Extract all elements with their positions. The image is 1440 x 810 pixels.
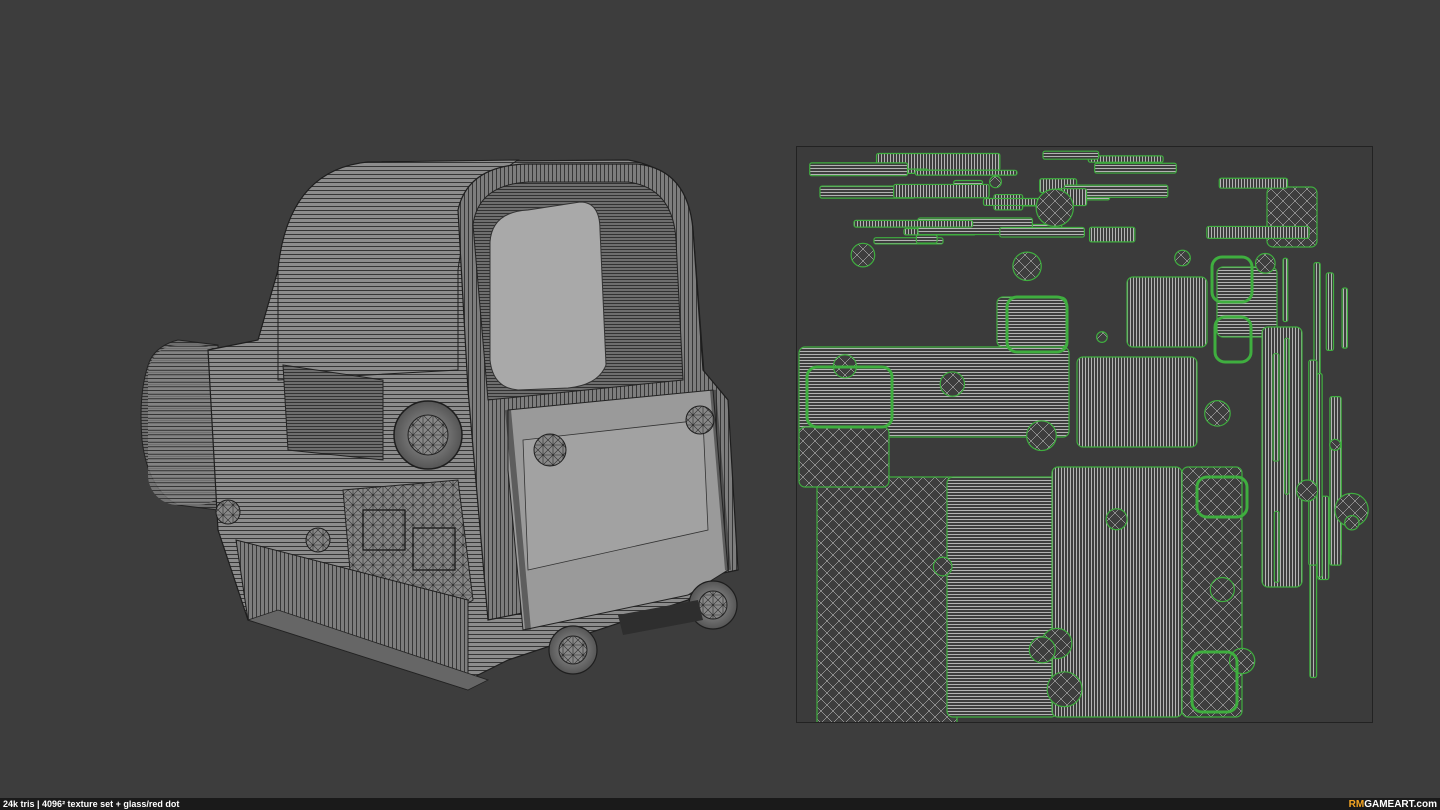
uv-island [1076, 356, 1198, 448]
uv-island [1174, 249, 1191, 267]
uv-island [1088, 226, 1136, 243]
uv-island [1094, 162, 1177, 174]
uv-island [853, 219, 974, 228]
uv-island [1228, 647, 1256, 675]
uv-island [1126, 276, 1208, 348]
footer-caption: 24k tris | 4096² texture set + glass/red… [3, 799, 180, 809]
uv-island [1254, 252, 1276, 274]
uv-island [1341, 287, 1349, 349]
uv-island [915, 234, 938, 244]
uv-island [809, 162, 909, 177]
uv-island [1206, 225, 1310, 239]
uv-island [1329, 396, 1342, 566]
sight-wireframe-icon [140, 159, 739, 691]
uv-island [1261, 326, 1303, 588]
brand-logo[interactable]: RMGAMEART.com [1349, 799, 1437, 810]
uv-island [1046, 671, 1083, 708]
uv-island [1204, 400, 1231, 427]
uv-layout-map [796, 146, 1373, 738]
brand-main: GAMEART.com [1364, 798, 1437, 810]
uv-island [1316, 372, 1323, 578]
sight-model-render [128, 150, 768, 710]
uv-island [1296, 479, 1319, 502]
uv-island [1218, 177, 1289, 189]
uv-island [1012, 251, 1042, 282]
uv-island [1042, 150, 1100, 160]
render-viewport [0, 0, 1440, 798]
uv-island [999, 226, 1085, 238]
uv-island [1087, 155, 1164, 163]
uv-island [1282, 257, 1289, 323]
uv-island [1284, 337, 1290, 495]
uv-island [939, 371, 966, 397]
footer-bar: 24k tris | 4096² texture set + glass/red… [0, 798, 1440, 810]
uv-island [816, 476, 958, 738]
uv-island [1096, 331, 1108, 343]
uv-island [1272, 353, 1280, 462]
uv-island [798, 426, 890, 488]
uv-map-icon [798, 150, 1369, 738]
uv-island [914, 169, 1018, 176]
uv-island [1344, 515, 1360, 531]
brand-accent: RM [1348, 798, 1365, 810]
uv-island [932, 556, 953, 577]
uv-island [1325, 272, 1335, 351]
uv-island [946, 476, 1058, 718]
uv-island [1028, 636, 1056, 664]
uv-island [893, 183, 990, 199]
uv-island [1308, 359, 1318, 566]
uv-island [1209, 576, 1235, 603]
uv-island [1105, 508, 1128, 531]
uv-island [1273, 510, 1280, 583]
uv-island [1329, 438, 1342, 451]
uv-island [989, 175, 1002, 189]
uv-island [850, 242, 876, 268]
uv-island [1035, 188, 1074, 227]
uv-island [1026, 420, 1057, 452]
